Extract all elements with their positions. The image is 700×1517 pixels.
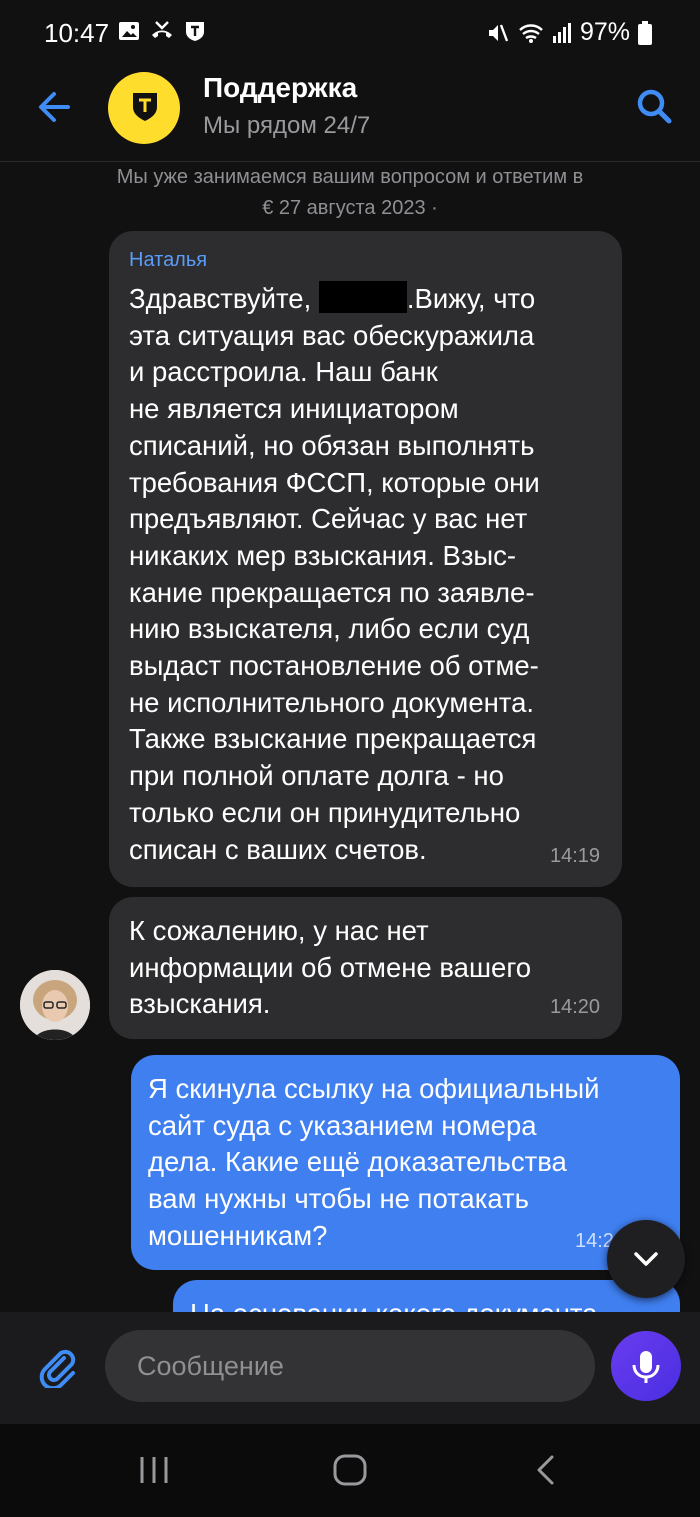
message-line: при полной оплате долга - но [129,760,504,792]
battery-icon [638,20,652,45]
message-input[interactable] [105,1330,595,1402]
message-line: выдаст постановление об отме- [129,650,539,682]
message-line: требования ФССП, которые они [129,466,540,498]
message-line: сайт суда с указанием номера [148,1109,537,1141]
message-line: Также взыскание прекращается [129,723,537,755]
message-line: никаких мер взыскания. Взыс- [129,539,517,571]
voice-message-button[interactable] [611,1331,681,1401]
home-icon[interactable] [332,1453,368,1487]
message-line: дела. Какие ещё доказательства [148,1146,567,1178]
back-nav-icon[interactable] [532,1454,560,1486]
redacted-name [318,281,407,313]
message-text: Я скинула ссылку на официальный сайт суд… [148,1071,668,1255]
message-line: нию взыскателя, либо если суд [129,613,530,645]
system-notice: Мы уже занимаемся вашим вопросом и ответ… [60,162,640,224]
message-line: не является инициатором [129,393,459,425]
message-line: списаний, но обязан выполнять [129,429,535,461]
search-button[interactable] [632,84,676,128]
status-right: 97% [486,18,652,47]
message-text: Здравствуйте, .Вижу, что эта ситуация ва… [129,281,619,868]
signal-icon [552,22,571,43]
message-line: Здравствуйте, .Вижу, что [129,281,619,318]
scroll-to-bottom-button[interactable] [607,1220,685,1298]
mute-icon [488,24,509,41]
agent-photo [20,970,90,1040]
message-line: информации об отмене вашего [129,951,532,983]
missed-call-icon [152,21,172,38]
message-line: кание прекращается по заявле- [129,576,535,608]
message-line: эта ситуация вас обескуражила [129,319,535,351]
search-icon [637,89,672,124]
shield-app-icon [186,22,204,41]
message-line: только если он принудительно [129,796,521,828]
attach-button[interactable] [34,1344,78,1391]
paperclip-icon [39,1349,76,1391]
chat-title[interactable]: Поддержка [203,72,357,104]
tinkoff-shield-icon [133,93,157,121]
recent-apps-icon[interactable] [138,1455,170,1485]
wifi-icon [519,23,543,43]
sender-name: Наталья [129,249,208,271]
message-bubble-outgoing-partial[interactable]: На основании какого документа [173,1280,680,1312]
message-line: Я скинула ссылку на официальный [148,1073,600,1104]
image-icon [119,22,139,40]
message-line: вам нужны чтобы не потакать [148,1183,529,1215]
system-notice-line-2: € 27 августа 2023 · [262,197,438,219]
microphone-icon [632,1351,660,1383]
chat-subtitle: Мы рядом 24/7 [203,112,371,139]
greeting-continuation: .Вижу, что [406,283,536,314]
message-line: На основании какого документа [190,1296,597,1312]
message-line: и расстроила. Наш банк [129,356,438,388]
system-notice-line-1: Мы уже занимаемся вашим вопросом и ответ… [116,166,584,188]
message-line: списан с ваших счетов. [129,833,427,865]
message-line: не исполнительного документа. [129,686,535,718]
message-line: предъявляют. Сейчас у вас нет [129,503,528,535]
message-time: 14:20 [550,996,601,1018]
back-button[interactable] [34,86,76,128]
status-time: 10:47 [44,18,110,48]
message-line: взыскания. [129,988,271,1020]
chevron-down-icon [634,1252,658,1266]
battery-percent: 97% [579,18,630,46]
status-left-icons [118,20,206,42]
agent-avatar[interactable] [20,970,90,1040]
arrow-back-icon [39,92,70,122]
message-time: 14:19 [550,845,601,867]
message-line: К сожалению, у нас нет [129,915,429,946]
message-text: К сожалению, у нас нет информации об отм… [129,913,599,1023]
greeting-text: Здравствуйте, [129,283,319,314]
